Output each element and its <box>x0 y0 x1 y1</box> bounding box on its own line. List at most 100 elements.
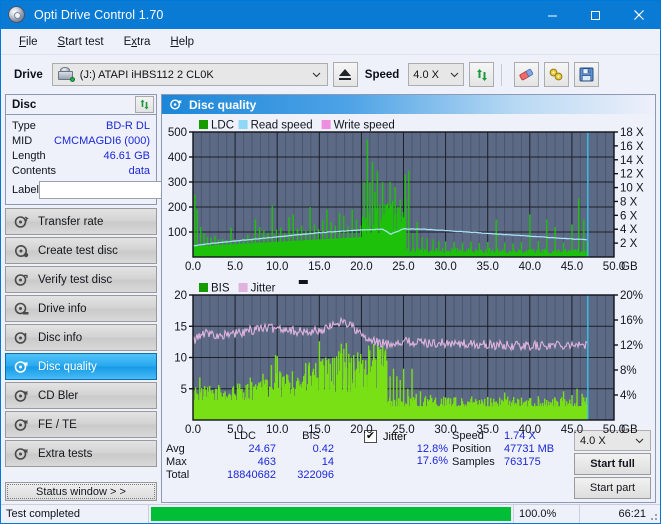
stats-max-ldc: 463 <box>208 456 282 468</box>
sidebar-item-label: Verify test disc <box>38 274 112 286</box>
start-part-button[interactable]: Start part <box>574 477 651 499</box>
sidebar-item-label: Drive info <box>38 303 87 315</box>
disc-row-type-key: Type <box>12 120 106 132</box>
sidebar-item-fe-te[interactable]: FE / TE <box>5 411 157 438</box>
menu-file[interactable]: File <box>9 33 48 51</box>
ldc-chart[interactable]: 1002003004005002 X4 X6 X8 X10 X12 X14 X1… <box>162 115 655 278</box>
disc-verify-icon <box>13 272 30 287</box>
disc-row-type-value: BD-R DL <box>106 120 150 132</box>
sidebar-item-verify-test-disc[interactable]: Verify test disc <box>5 266 157 293</box>
svg-text:40.0: 40.0 <box>519 424 541 436</box>
window-controls <box>531 1 660 29</box>
svg-text:30.0: 30.0 <box>434 424 456 436</box>
disc-info-panel: Disc Type BD-R DL <box>5 94 157 205</box>
main-body: Disc Type BD-R DL <box>1 94 660 504</box>
cd-bler-icon <box>13 388 30 403</box>
sidebar-item-cd-bler[interactable]: CD Bler <box>5 382 157 409</box>
disc-quality-icon <box>168 98 183 112</box>
svg-text:12 X: 12 X <box>620 169 644 181</box>
svg-text:8 X: 8 X <box>620 196 638 208</box>
sidebar-item-transfer-rate[interactable]: Transfer rate <box>5 208 157 235</box>
svg-text:15.0: 15.0 <box>308 261 330 273</box>
menu-extra[interactable]: Extra <box>114 33 161 51</box>
svg-text:5.0: 5.0 <box>227 261 243 273</box>
window-title: Opti Drive Control 1.70 <box>34 8 531 22</box>
disc-row-contents: Contents data <box>12 163 150 178</box>
drive-icon <box>57 67 75 82</box>
svg-text:Jitter: Jitter <box>251 283 276 295</box>
menu-start-test[interactable]: Start test <box>48 33 114 51</box>
maximize-button[interactable] <box>574 1 617 29</box>
svg-text:200: 200 <box>168 202 187 214</box>
eraser-button[interactable] <box>514 62 539 87</box>
sidebar-nav: Transfer rate Create test disc Verify te… <box>5 208 157 467</box>
speed-select[interactable]: 4.0 X <box>408 63 464 86</box>
sidebar-spacer <box>5 467 157 478</box>
svg-text:BIS: BIS <box>211 283 230 295</box>
svg-text:10.0: 10.0 <box>266 261 288 273</box>
disc-row-mid: MID CMCMAGDI6 (000) <box>12 133 150 148</box>
sidebar-item-label: Disc info <box>38 332 82 344</box>
status-bar: Test completed 100.0% 66:21 <box>1 504 660 523</box>
status-window-button[interactable]: Status window > > <box>5 482 157 501</box>
eject-button[interactable] <box>333 62 358 87</box>
sidebar-item-extra-tests[interactable]: Extra tests <box>5 440 157 467</box>
samples-stat-value: 763175 <box>504 456 566 468</box>
disc-speed-icon <box>13 214 30 229</box>
svg-text:400: 400 <box>168 152 187 164</box>
position-stat-label: Position <box>452 443 504 455</box>
stats-avg-ldc: 24.67 <box>208 443 282 455</box>
progress-bar <box>149 505 514 523</box>
toolbar-separator <box>501 64 502 86</box>
svg-text:10: 10 <box>174 353 187 365</box>
svg-text:45.0: 45.0 <box>561 424 583 436</box>
content-header: Disc quality <box>162 95 655 114</box>
svg-text:4 X: 4 X <box>620 224 638 236</box>
svg-text:20: 20 <box>174 290 187 302</box>
menu-help[interactable]: Help <box>160 33 204 51</box>
drive-select[interactable]: (J:) ATAPI iHBS112 2 CL0K <box>52 63 328 86</box>
refresh-button[interactable] <box>469 62 494 87</box>
sidebar-item-disc-quality[interactable]: Disc quality <box>5 353 157 380</box>
svg-text:35.0: 35.0 <box>477 424 499 436</box>
svg-text:5.0: 5.0 <box>227 424 243 436</box>
disc-row-mid-value: CMCMAGDI6 (000) <box>54 135 150 147</box>
menu-file-label: ile <box>26 36 38 48</box>
svg-text:8%: 8% <box>620 365 637 377</box>
sidebar: Disc Type BD-R DL <box>5 94 157 504</box>
save-button[interactable] <box>574 62 599 87</box>
refresh-disc-button[interactable] <box>135 96 154 113</box>
resize-grip-icon[interactable] <box>647 510 658 521</box>
svg-text:15: 15 <box>174 321 187 333</box>
tools-button[interactable] <box>544 62 569 87</box>
disc-row-mid-key: MID <box>12 135 54 147</box>
bis-jitter-chart[interactable]: 51015204%8%12%16%20%0.05.010.015.020.025… <box>162 278 655 441</box>
toolbar: Drive (J:) ATAPI iHBS112 2 CL0K Speed 4.… <box>1 55 660 94</box>
svg-text:15.0: 15.0 <box>308 424 330 436</box>
disc-row-length: Length 46.61 GB <box>12 148 150 163</box>
progress-percent: 100.0% <box>514 505 580 523</box>
refresh-arrows-icon <box>138 98 151 111</box>
sidebar-item-create-test-disc[interactable]: Create test disc <box>5 237 157 264</box>
svg-text:Write speed: Write speed <box>334 120 395 132</box>
stats-total-ldc: 18840682 <box>208 469 282 481</box>
close-button[interactable] <box>617 1 660 29</box>
status-message: Test completed <box>1 505 149 523</box>
bis-jitter-chart-svg: 51015204%8%12%16%20%0.05.010.015.020.025… <box>162 278 656 438</box>
sidebar-item-label: Create test disc <box>38 245 118 257</box>
sidebar-item-label: FE / TE <box>38 419 77 431</box>
disc-row-length-value: 46.61 GB <box>104 150 150 162</box>
disc-properties: Type BD-R DL MID CMCMAGDI6 (000) Length … <box>6 115 156 204</box>
stats-avg-bis: 0.42 <box>282 443 340 455</box>
stats-row-avg-label: Avg <box>166 443 208 455</box>
sidebar-item-drive-info[interactable]: Drive info <box>5 295 157 322</box>
samples-stat-label: Samples <box>452 456 504 468</box>
drive-info-icon <box>13 301 30 316</box>
minimize-button[interactable] <box>531 1 574 29</box>
speed-label: Speed <box>365 69 400 81</box>
svg-text:100: 100 <box>168 227 187 239</box>
start-full-button[interactable]: Start full <box>574 453 651 475</box>
svg-text:20.0: 20.0 <box>350 261 372 273</box>
sidebar-item-disc-info[interactable]: Disc info <box>5 324 157 351</box>
title-bar: Opti Drive Control 1.70 <box>1 1 660 29</box>
